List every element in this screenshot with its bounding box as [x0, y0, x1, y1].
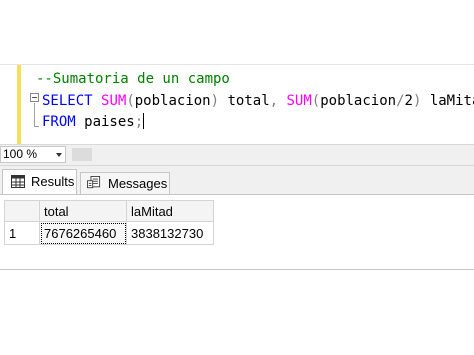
- outline-guide-end: [34, 126, 39, 127]
- tab-results[interactable]: Results: [2, 169, 77, 195]
- comma: ,: [269, 93, 279, 109]
- change-tracking-margin: [17, 65, 21, 145]
- results-grid-area: total laMitad 1 7676265460 3838132730: [0, 194, 474, 270]
- paren-open-2: (: [311, 93, 321, 109]
- column-poblacion-2: poblacion: [320, 93, 397, 109]
- chevron-down-icon: [56, 153, 62, 157]
- query-editor[interactable]: --Sumatoria de un campo SELECT SUM(pobla…: [0, 64, 474, 145]
- column-poblacion-1: poblacion: [134, 93, 211, 109]
- paren-open-1: (: [126, 93, 135, 109]
- cell-lamitad[interactable]: 3838132730: [126, 221, 214, 245]
- editor-line-1[interactable]: --Sumatoria de un campo: [36, 69, 230, 89]
- alias-total: total: [219, 93, 270, 109]
- division-operator: /: [396, 93, 405, 109]
- keyword-select: SELECT: [42, 93, 93, 109]
- collapse-region-icon[interactable]: [30, 93, 39, 102]
- messages-icon: [87, 176, 101, 189]
- number-two: 2: [404, 93, 413, 109]
- grid-icon: [11, 175, 25, 188]
- function-sum-1: SUM: [101, 93, 127, 109]
- results-grid: total laMitad 1 7676265460 3838132730: [4, 200, 214, 245]
- select-all-corner[interactable]: [4, 200, 40, 222]
- function-sum-2: SUM: [278, 93, 312, 109]
- editor-line-2[interactable]: SELECT SUM(poblacion) total, SUM(poblaci…: [42, 91, 474, 111]
- grid-header-row: total laMitad: [4, 200, 214, 222]
- alias-lamitad: laMitad: [429, 93, 474, 109]
- editor-line-3[interactable]: FROM paises;: [42, 112, 145, 132]
- cell-total[interactable]: 7676265460: [39, 221, 127, 245]
- zoom-value: 100 %: [3, 147, 38, 161]
- table-paises: paises: [75, 114, 135, 130]
- tab-results-label: Results: [31, 174, 75, 189]
- column-header-lamitad[interactable]: laMitad: [126, 200, 214, 222]
- column-header-total[interactable]: total: [39, 200, 127, 222]
- results-tab-strip: Results Messages: [0, 166, 474, 195]
- sql-comment: --Sumatoria de un campo: [36, 71, 230, 87]
- tab-messages-label: Messages: [108, 176, 168, 191]
- semicolon: ;: [134, 114, 144, 130]
- text-caret: [143, 113, 145, 129]
- row-number[interactable]: 1: [4, 221, 40, 245]
- zoom-dropdown[interactable]: 100 %: [0, 146, 66, 163]
- outline-guide-line: [34, 103, 35, 127]
- keyword-from: FROM: [42, 114, 76, 130]
- editor-zoom-bar: 100 %: [0, 144, 474, 166]
- tab-messages[interactable]: Messages: [80, 172, 170, 194]
- ssms-window: --Sumatoria de un campo SELECT SUM(pobla…: [0, 0, 474, 355]
- table-row: 1 7676265460 3838132730: [4, 221, 214, 245]
- horizontal-scrollbar-thumb[interactable]: [72, 148, 92, 161]
- paren-close-1: ): [210, 93, 220, 109]
